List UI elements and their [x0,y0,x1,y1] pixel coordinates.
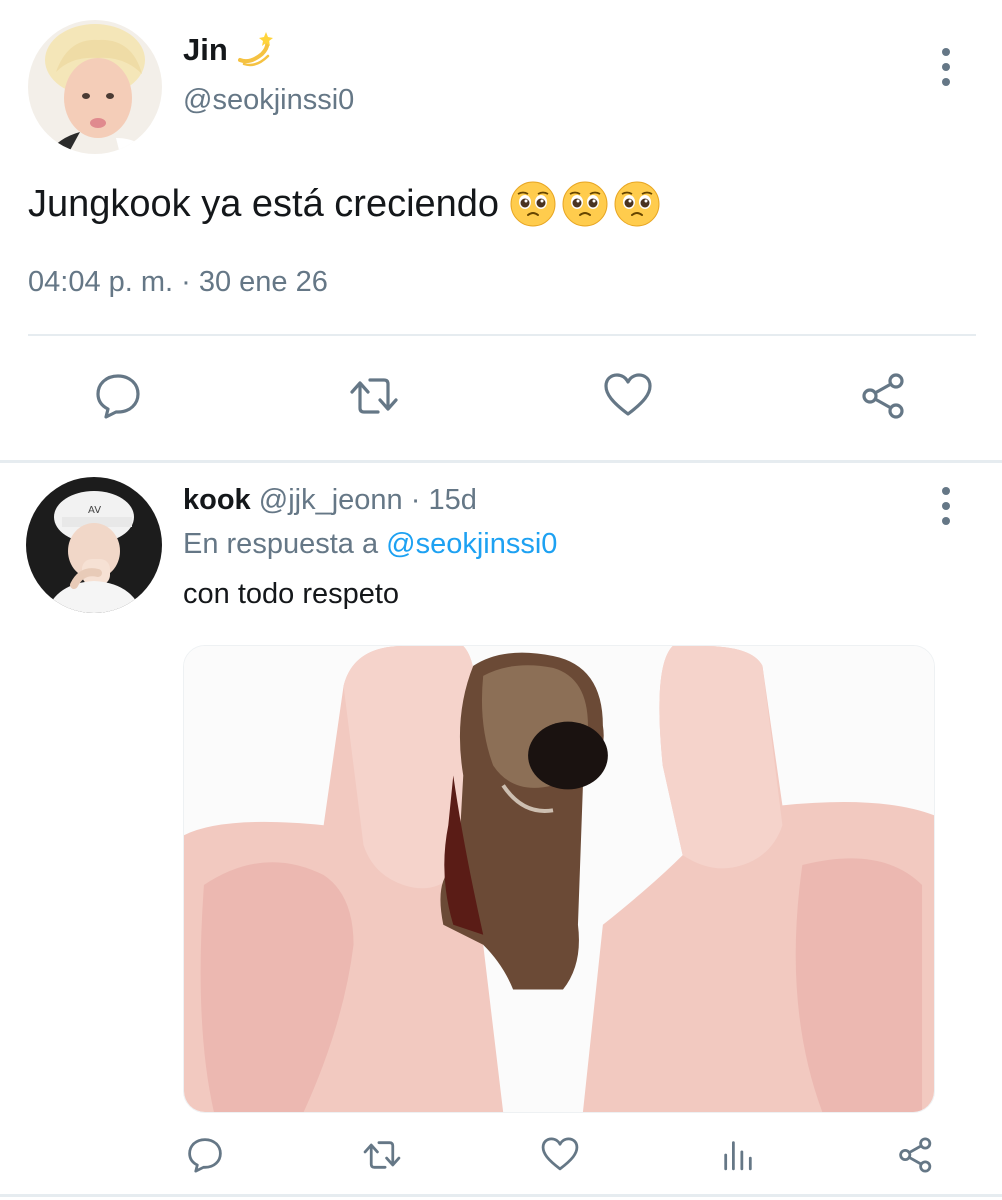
share-icon [862,373,904,419]
reply-header: kook @jjk_jeonn · 15d [183,484,477,517]
reply-actions [0,1133,1002,1183]
handle[interactable]: @seokjinssi0 [183,84,354,117]
tweet-text: Jungkook ya está creciendo [28,180,661,228]
share-icon [899,1137,932,1173]
like-button[interactable] [538,1133,582,1177]
reply-button[interactable] [90,368,146,424]
jin-avatar[interactable] [28,20,162,154]
reply-text: con todo respeto [183,578,400,610]
section-divider [0,460,1002,463]
analytics-button[interactable] [716,1133,760,1177]
tweet-timestamp[interactable]: 04:04 p. m. · 30 ene 26 [28,266,328,299]
pleading-face-emoji-icon [562,181,608,227]
reply-display-name[interactable]: kook [183,484,251,516]
svg-text:AV: AV [88,505,101,516]
retweet-button[interactable] [360,1133,404,1177]
retweet-icon [363,1141,401,1169]
share-button[interactable] [894,1133,938,1177]
like-icon [541,1137,579,1171]
dizzy-emoji-icon [236,30,276,70]
analytics-icon [724,1141,752,1171]
kook-avatar[interactable]: AV [26,477,162,613]
main-tweet: Jin @seokjinssi0 Jungkook ya está crecie… [0,0,1002,460]
reply-handle[interactable]: @jjk_jeonn [259,484,403,516]
in-reply-to: En respuesta a @seokjinssi0 [183,528,557,561]
divider [28,334,976,336]
emoji-row [509,180,661,228]
more-options-icon[interactable] [936,48,956,86]
reply-media-image[interactable] [183,645,935,1113]
pleading-face-emoji-icon [614,181,660,227]
reply-age: · 15d [410,484,477,516]
reply-button[interactable] [183,1133,227,1177]
pleading-face-emoji-icon [510,181,556,227]
display-name-text: Jin [183,32,228,67]
tweet-body: Jungkook ya está creciendo [28,182,500,225]
like-icon [604,373,652,416]
more-options-icon[interactable] [936,487,956,525]
share-button[interactable] [856,368,912,424]
retweet-button[interactable] [346,368,402,424]
bottom-divider [0,1194,1002,1197]
reply-icon [96,374,140,419]
display-name[interactable]: Jin [183,30,276,70]
in-reply-prefix: En respuesta a [183,528,379,560]
retweet-icon [350,378,398,414]
tweet-actions [0,368,1002,428]
in-reply-mention[interactable]: @seokjinssi0 [386,528,557,560]
reply-icon [188,1138,222,1173]
like-button[interactable] [600,368,656,424]
